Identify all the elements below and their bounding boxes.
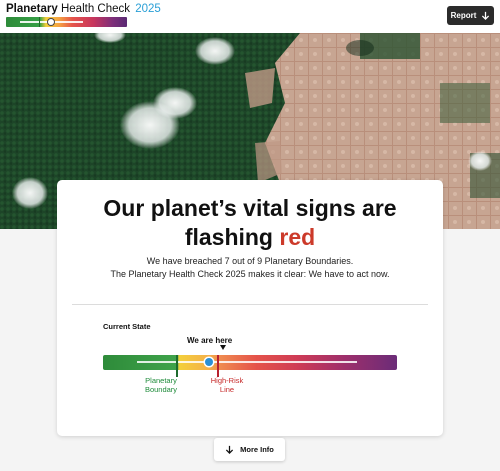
headline-line-1: Our planet’s vital signs are — [103, 195, 397, 221]
gauge-track — [137, 361, 357, 363]
headline-prefix: flashing — [184, 224, 273, 250]
summary-text: We have breached 7 out of 9 Planetary Bo… — [87, 255, 413, 281]
planetary-boundary-line — [176, 355, 178, 377]
we-are-here-label: We are here — [187, 336, 233, 345]
brand-title-rest: Health Check — [60, 3, 131, 15]
vital-signs-card: Our planet’s vital signs are flashing re… — [57, 180, 443, 436]
report-button-label: Report — [450, 11, 477, 20]
arrow-down-icon — [226, 445, 234, 454]
high-risk-line — [217, 355, 219, 377]
more-info-button[interactable]: More Info — [214, 438, 285, 461]
current-state-label: Current State — [103, 322, 151, 331]
pointer-triangle-icon — [220, 345, 226, 350]
page-title: Our planet’s vital signs are flashing re… — [57, 194, 443, 252]
brand-year: 2025 — [135, 3, 161, 15]
report-button[interactable]: Report — [447, 6, 494, 25]
headline-line-2: flashing red — [57, 223, 443, 252]
more-info-label: More Info — [240, 445, 274, 454]
brand-gauge-icon — [6, 17, 127, 27]
top-bar: Planetary Health Check 2025 Report — [0, 0, 500, 33]
current-position-marker — [205, 358, 213, 366]
state-gauge — [103, 355, 397, 377]
headline-highlight: red — [279, 224, 316, 250]
planetary-boundary-label: Planetary Boundary — [144, 376, 178, 394]
high-risk-label: High-Risk Line — [210, 376, 244, 394]
arrow-down-icon — [482, 11, 490, 20]
brand-title: Planetary Health Check 2025 — [6, 2, 161, 16]
summary-line-1: We have breached 7 out of 9 Planetary Bo… — [146, 256, 354, 266]
summary-line-2: The Planetary Health Check 2025 makes it… — [110, 269, 390, 279]
divider — [72, 304, 428, 305]
brand-logo[interactable]: Planetary Health Check 2025 — [6, 2, 161, 27]
brand-title-bold: Planetary — [6, 3, 58, 15]
